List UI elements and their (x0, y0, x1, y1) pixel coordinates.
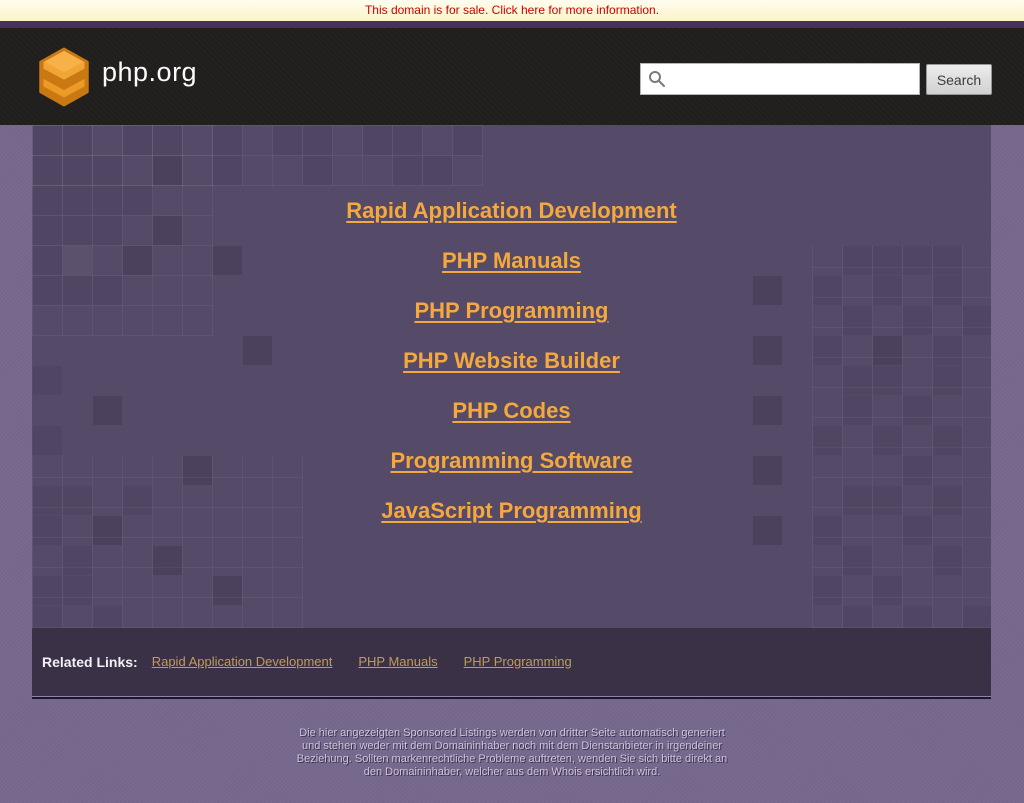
mosaic-square (303, 126, 332, 155)
mosaic-square (213, 156, 242, 185)
mosaic-square (903, 606, 932, 628)
main-link-row: PHP Manuals (32, 236, 991, 286)
mosaic-square (873, 576, 902, 605)
mosaic-square (93, 156, 122, 185)
mosaic-square (393, 126, 422, 155)
mosaic-square (213, 126, 242, 155)
main-link-row: PHP Website Builder (32, 336, 991, 386)
mosaic-square (63, 126, 92, 155)
mosaic-grid (32, 125, 483, 186)
main-links: Rapid Application Development PHP Manuals… (32, 186, 991, 536)
content-link[interactable]: Programming Software (390, 448, 632, 473)
domain-sale-message[interactable]: This domain is for sale. Click here for … (365, 3, 659, 17)
mosaic-square (933, 546, 962, 575)
related-links-list: Rapid Application Development PHP Manuals… (152, 653, 598, 671)
mosaic-square (153, 546, 182, 575)
search-button[interactable]: Search (926, 64, 992, 95)
content-link[interactable]: JavaScript Programming (381, 498, 641, 523)
mosaic-square (153, 126, 182, 155)
mosaic-square (423, 156, 452, 185)
content-link[interactable]: Rapid Application Development (346, 198, 676, 223)
search-form (640, 63, 920, 95)
content-link[interactable]: PHP Manuals (442, 248, 581, 273)
mosaic-square (273, 126, 302, 155)
related-link[interactable]: PHP Programming (464, 654, 572, 669)
footer-disclaimer: Die hier angezeigten Sponsored Listings … (0, 727, 1024, 779)
mosaic-square (63, 156, 92, 185)
main-link-row: Programming Software (32, 436, 991, 486)
mosaic-square (843, 546, 872, 575)
related-link[interactable]: PHP Manuals (358, 654, 437, 669)
mosaic-square (213, 576, 242, 605)
mosaic-square (123, 126, 152, 155)
mosaic-square (303, 156, 332, 185)
search-input[interactable] (640, 63, 920, 95)
main-link-row: PHP Codes (32, 386, 991, 436)
related-link[interactable]: Rapid Application Development (152, 654, 333, 669)
search-icon (648, 70, 666, 88)
header: php.org Search (0, 28, 1024, 125)
content-panel: Rapid Application Development PHP Manuals… (32, 125, 991, 628)
mosaic-square (843, 606, 872, 628)
accent-stripe (0, 21, 1024, 28)
mosaic-square (363, 126, 392, 155)
mosaic-square (963, 606, 991, 628)
mosaic-square (393, 156, 422, 185)
mosaic-square (33, 576, 62, 605)
main-link-row: JavaScript Programming (32, 486, 991, 536)
domain-sale-banner[interactable]: This domain is for sale. Click here for … (0, 0, 1024, 21)
mosaic-square (33, 126, 62, 155)
disclaimer-line: und stehen weder mit dem Domaininhaber n… (0, 740, 1024, 753)
related-links-heading: Related Links: (42, 654, 138, 670)
mosaic-square (33, 156, 62, 185)
mosaic-square (63, 546, 92, 575)
site-title: php.org (102, 57, 197, 88)
site-logo-icon (36, 47, 92, 107)
mosaic-square (33, 606, 62, 628)
content-link[interactable]: PHP Codes (452, 398, 570, 423)
disclaimer-line: den Domaininhaber, welcher aus dem Whois… (0, 766, 1024, 779)
disclaimer-line: Die hier angezeigten Sponsored Listings … (0, 727, 1024, 740)
content-link[interactable]: PHP Programming (415, 298, 609, 323)
mosaic-square (453, 126, 482, 155)
mosaic-square (93, 606, 122, 628)
disclaimer-line: Beziehung. Sollten markenrechtliche Prob… (0, 753, 1024, 766)
main-link-row: PHP Programming (32, 286, 991, 336)
mosaic-square (813, 576, 842, 605)
mosaic-square (153, 156, 182, 185)
mosaic-square (63, 576, 92, 605)
content-link[interactable]: PHP Website Builder (403, 348, 620, 373)
related-links-bar: Related Links: Rapid Application Develop… (32, 628, 991, 696)
main-link-row: Rapid Application Development (32, 186, 991, 236)
